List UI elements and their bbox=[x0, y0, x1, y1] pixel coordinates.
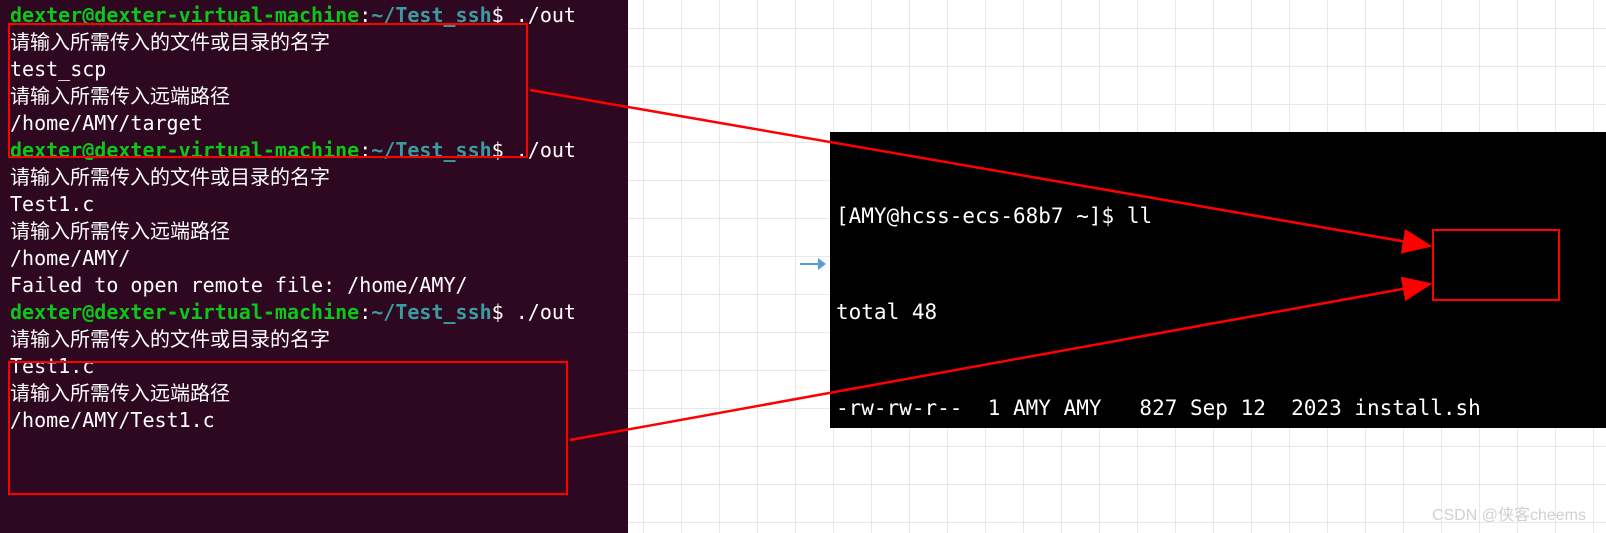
list-item: -rw-rw-r-- 1 AMY AMY 827 Sep 12 2023 ins… bbox=[836, 392, 1600, 424]
prompt-user: dexter@dexter-virtual-machine bbox=[10, 138, 359, 162]
output-line: /home/AMY/Test1.c bbox=[10, 407, 624, 434]
terminal-left[interactable]: dexter@dexter-virtual-machine:~/Test_ssh… bbox=[0, 0, 628, 533]
prompt-sep: : bbox=[359, 3, 371, 27]
prompt-user: dexter@dexter-virtual-machine bbox=[10, 300, 359, 324]
output-line: 请输入所需传入的文件或目录的名字 bbox=[10, 164, 624, 191]
output-line: /home/AMY/target bbox=[10, 110, 624, 137]
prompt-dollar: $ bbox=[492, 138, 504, 162]
output-line: 请输入所需传入远端路径 bbox=[10, 218, 624, 245]
prompt-text: [AMY@hcss-ecs-68b7 ~]$ bbox=[836, 204, 1114, 228]
file-name: install.sh bbox=[1354, 396, 1480, 420]
prompt-path: ~/Test_ssh bbox=[371, 300, 491, 324]
terminal-right[interactable]: [AMY@hcss-ecs-68b7 ~]$ ll total 48 -rw-r… bbox=[830, 132, 1606, 428]
terminal-line: dexter@dexter-virtual-machine:~/Test_ssh… bbox=[10, 299, 624, 326]
prompt-dollar: $ bbox=[492, 3, 504, 27]
list-item: -rw-rw-r-- 1 AMY AMY 25548 Apr 7 2017 my… bbox=[836, 424, 1600, 428]
output-line: Test1.c bbox=[10, 353, 624, 380]
watermark-text: CSDN @侠客cheems bbox=[1432, 501, 1586, 525]
prompt-dollar: $ bbox=[492, 300, 504, 324]
prompt-sep: : bbox=[359, 300, 371, 324]
output-line: test_scp bbox=[10, 56, 624, 83]
output-line: 请输入所需传入的文件或目录的名字 bbox=[10, 29, 624, 56]
prompt-path: ~/Test_ssh bbox=[371, 138, 491, 162]
output-line: 请输入所需传入的文件或目录的名字 bbox=[10, 326, 624, 353]
output-line: total 48 bbox=[836, 296, 1600, 328]
prompt-user: dexter@dexter-virtual-machine bbox=[10, 3, 359, 27]
terminal-line: [AMY@hcss-ecs-68b7 ~]$ ll bbox=[836, 200, 1600, 232]
prompt-path: ~/Test_ssh bbox=[371, 3, 491, 27]
output-line: Failed to open remote file: /home/AMY/ bbox=[10, 272, 624, 299]
command-text: ./out bbox=[516, 138, 576, 162]
command-text: ll bbox=[1127, 204, 1152, 228]
terminal-line: dexter@dexter-virtual-machine:~/Test_ssh… bbox=[10, 137, 624, 164]
prompt-sep: : bbox=[359, 138, 371, 162]
command-text: ./out bbox=[516, 3, 576, 27]
terminal-line: dexter@dexter-virtual-machine:~/Test_ssh… bbox=[10, 2, 624, 29]
output-line: 请输入所需传入远端路径 bbox=[10, 380, 624, 407]
output-line: Test1.c bbox=[10, 191, 624, 218]
output-line: /home/AMY/ bbox=[10, 245, 624, 272]
output-line: 请输入所需传入远端路径 bbox=[10, 83, 624, 110]
command-text: ./out bbox=[516, 300, 576, 324]
